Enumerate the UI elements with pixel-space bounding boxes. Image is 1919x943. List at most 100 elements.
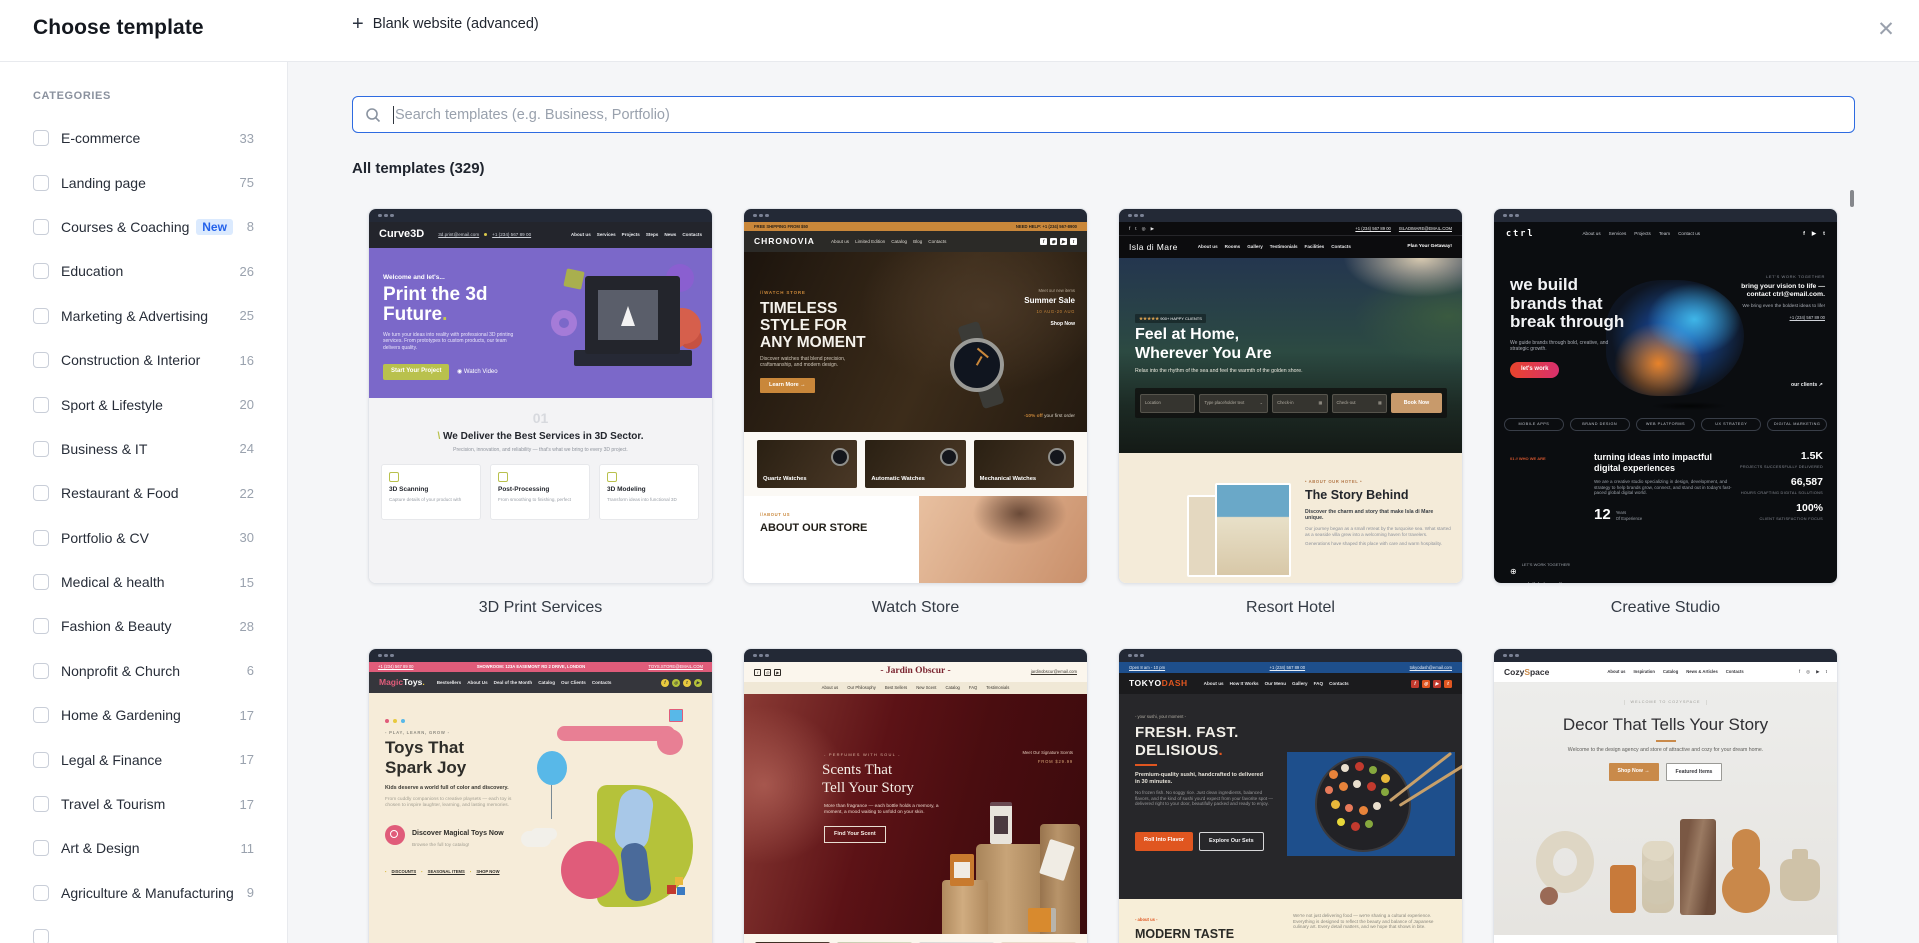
mini-hero: - PLAY, LEARN, GROW - Toys That Spark Joy… (369, 693, 712, 943)
sidebar-item-partial[interactable] (33, 915, 254, 943)
template-card-creative-studio[interactable]: ctrl About us Services Projects Team Contact… (1493, 208, 1838, 619)
checkbox[interactable] (33, 529, 49, 546)
template-grid: Curve3D 3d.print@email.com +1 (234) 567 8… (368, 208, 1838, 943)
sidebar-item-legal-finance[interactable]: Legal & Finance 17 (33, 737, 254, 781)
checkbox[interactable] (33, 352, 49, 369)
podium (942, 880, 988, 934)
checkbox[interactable] (33, 130, 49, 147)
sidebar-item-fashion-beauty[interactable]: Fashion & Beauty 28 (33, 604, 254, 648)
checkbox[interactable] (33, 796, 49, 813)
search-box (352, 96, 1855, 133)
template-name: Watch Store (871, 599, 960, 616)
template-preview[interactable]: f ◎ ▶ - Jardin Obscur - jardinobscur@email… (743, 648, 1088, 943)
youtube-icon: ▶ (1150, 225, 1155, 231)
sidebar-item-nonprofit-church[interactable]: Nonprofit & Church 6 (33, 649, 254, 693)
feature-icon (389, 472, 399, 482)
chevron-down-icon: ⌄ (1259, 400, 1264, 406)
vase (1732, 829, 1760, 869)
mini-cta: Roll Into Flavor (1135, 832, 1194, 851)
template-card-jardin-obscur[interactable]: f ◎ ▶ - Jardin Obscur - jardinobscur@email… (743, 648, 1088, 943)
browser-chrome (1119, 649, 1462, 662)
twitter-icon: t (1070, 238, 1077, 245)
results-heading: All templates (329) (352, 160, 485, 177)
sidebar-item-art-design[interactable]: Art & Design 11 (33, 826, 254, 870)
mini-section: 01 \ We Deliver the Best Services in 3D … (369, 398, 712, 583)
checkbox[interactable] (33, 929, 49, 943)
sidebar-item-landing-page[interactable]: Landing page 75 (33, 160, 254, 204)
perfume-bottle (950, 854, 974, 886)
checkbox[interactable] (33, 485, 49, 502)
sidebar-item-ecommerce[interactable]: E-commerce 33 (33, 116, 254, 160)
template-card-tokyodash[interactable]: Open 8 am - 10 pm +1 (234) 567 89 00 tokyo… (1118, 648, 1463, 943)
sidebar-item-business-it[interactable]: Business & IT 24 (33, 427, 254, 471)
sidebar-item-portfolio-cv[interactable]: Portfolio & CV 30 (33, 516, 254, 560)
checkbox[interactable] (33, 840, 49, 857)
checkbox[interactable] (33, 662, 49, 679)
template-card-watch-store[interactable]: FREE SHIPPING FROM $50 NEED HELP: +1 (234… (743, 208, 1088, 619)
sidebar-item-marketing-advertising[interactable]: Marketing & Advertising 25 (33, 294, 254, 338)
template-card-resort-hotel[interactable]: f t ◎ ▶ +1 (234) 567 89 00 ISLADIMARE@EMAIL.… (1118, 208, 1463, 619)
checkbox[interactable] (33, 884, 49, 901)
sidebar-item-agriculture-manufacturing[interactable]: Agriculture & Manufacturing 9 (33, 871, 254, 915)
sidebar-item-travel-tourism[interactable]: Travel & Tourism 17 (33, 782, 254, 826)
twitter-icon: t (1825, 669, 1827, 675)
categories-heading: CATEGORIES (33, 90, 111, 102)
sidebar-item-home-gardening[interactable]: Home & Gardening 17 (33, 693, 254, 737)
wolf-figure (621, 306, 635, 326)
template-card-3d-print-services[interactable]: Curve3D 3d.print@email.com +1 (234) 567 8… (368, 208, 713, 619)
choose-template-modal: Choose template + Blank website (advance… (0, 0, 1919, 943)
plus-icon: + (352, 13, 364, 35)
twitter-icon: t (1444, 679, 1452, 688)
calendar-icon: ▦ (1377, 400, 1382, 406)
search-input[interactable] (353, 97, 1854, 132)
facebook-icon: f (1129, 225, 1131, 231)
template-card-magictoys[interactable]: +1 (234) 567 89 00 SHOWROOM: 123A EASEMON… (368, 648, 713, 943)
template-preview[interactable]: FREE SHIPPING FROM $50 NEED HELP: +1 (234… (743, 208, 1088, 584)
sidebar-item-medical-health[interactable]: Medical & health 15 (33, 560, 254, 604)
checkbox[interactable] (33, 174, 49, 191)
checkbox[interactable] (33, 218, 49, 235)
template-preview[interactable]: Open 8 am - 10 pm +1 (234) 567 89 00 tokyo… (1118, 648, 1463, 943)
sidebar-item-restaurant-food[interactable]: Restaurant & Food 22 (33, 471, 254, 515)
template-preview[interactable]: +1 (234) 567 89 00 SHOWROOM: 123A EASEMON… (368, 648, 713, 943)
categories-list: E-commerce 33 Landing page 75 Courses & Co… (33, 116, 254, 943)
checkbox[interactable] (33, 618, 49, 635)
model-photo (919, 496, 1087, 583)
template-preview[interactable]: ctrl About us Services Projects Team Contact… (1493, 208, 1838, 584)
browser-chrome (744, 209, 1087, 222)
sidebar-item-courses-coaching[interactable]: Courses & Coaching New 8 (33, 205, 254, 249)
scrollbar-thumb[interactable] (1850, 190, 1854, 207)
checkbox[interactable] (33, 440, 49, 457)
template-card-cozyspace[interactable]: CozySpace About us Inspiration Catalog News… (1493, 648, 1838, 943)
calendar-icon: ▦ (1318, 400, 1323, 406)
blank-website-button[interactable]: + Blank website (advanced) (352, 14, 539, 34)
checkbox[interactable] (33, 263, 49, 280)
browser-chrome (369, 649, 712, 662)
checkbox[interactable] (33, 707, 49, 724)
checkbox[interactable] (33, 307, 49, 324)
mini-cta: let's work (1510, 362, 1560, 378)
template-preview[interactable]: Curve3D 3d.print@email.com +1 (234) 567 8… (368, 208, 713, 584)
checkbox[interactable] (33, 396, 49, 413)
template-preview[interactable]: CozySpace About us Inspiration Catalog News… (1493, 648, 1838, 943)
youtube-icon: ▶ (1811, 230, 1817, 237)
mini-nav: ctrl About us Services Projects Team Contact… (1506, 228, 1825, 239)
mini-cta: Learn More → (760, 378, 815, 393)
sidebar: CATEGORIES E-commerce 33 Landing page 75 C… (0, 62, 288, 943)
checkbox[interactable] (33, 751, 49, 768)
sidebar-item-education[interactable]: Education 26 (33, 249, 254, 293)
category-tile: Quartz Watches (757, 440, 858, 488)
mini-nav: Isla di Mare About us Rooms Gallery Testimo… (1119, 235, 1462, 258)
mini-cta: Find Your Scent (824, 826, 886, 843)
template-preview[interactable]: f t ◎ ▶ +1 (234) 567 89 00 ISLADIMARE@EMAIL.… (1118, 208, 1463, 584)
instagram-icon: ◎ (1141, 225, 1146, 231)
close-icon[interactable]: ✕ (1874, 18, 1898, 42)
checkbox[interactable] (33, 574, 49, 591)
sidebar-item-construction-interior[interactable]: Construction & Interior 16 (33, 338, 254, 382)
mini-topbar: f t ◎ ▶ +1 (234) 567 89 00 ISLADIMARE@EMAIL.… (1119, 222, 1462, 235)
youtube-icon: ▶ (1060, 238, 1067, 245)
sidebar-item-sport-lifestyle[interactable]: Sport & Lifestyle 20 (33, 382, 254, 426)
browser-chrome (744, 649, 1087, 662)
youtube-icon: ▶ (1433, 679, 1441, 688)
mini-nav: f ◎ ▶ - Jardin Obscur - jardinobscur@email… (744, 662, 1087, 682)
